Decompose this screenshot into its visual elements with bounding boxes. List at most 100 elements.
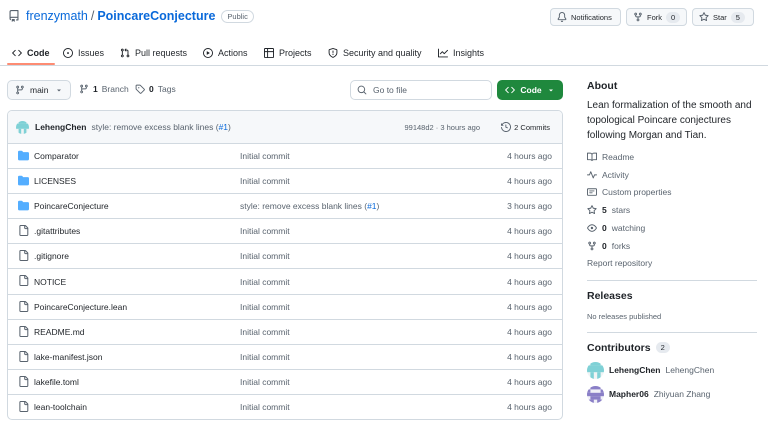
file-name-link[interactable]: PoincareConjecture [34, 201, 109, 211]
file-row[interactable]: Comparator Initial commit 4 hours ago [8, 144, 562, 170]
file-commit-message[interactable]: Initial commit [240, 377, 290, 387]
avatar[interactable] [587, 361, 604, 379]
tags-link[interactable]: 0 Tags [135, 84, 176, 94]
no-releases-text: No releases published [587, 311, 662, 321]
file-row[interactable]: lean-toolchain Initial commit 4 hours ago [8, 395, 562, 419]
file-commit-text: Initial commit [240, 402, 290, 413]
about-sidebar: About Lean formalization of the smooth a… [587, 80, 757, 403]
commit-author[interactable]: LehengChen [35, 122, 86, 132]
visibility-badge: Public [221, 9, 254, 23]
avatar[interactable] [587, 385, 604, 403]
file-row[interactable]: NOTICE Initial commit 4 hours ago [8, 269, 562, 295]
folder-icon [18, 150, 29, 161]
search-input[interactable] [373, 85, 483, 95]
custom-properties-link[interactable]: Custom properties [587, 184, 757, 202]
file-row[interactable]: PoincareConjecture.lean Initial commit 4 h… [8, 295, 562, 320]
file-name-link[interactable]: README.md [34, 327, 85, 337]
contributors-count: 2 [655, 342, 670, 354]
file-row[interactable]: lakefile.toml Initial commit 4 hours ago [8, 370, 562, 395]
file-commit-text: Initial commit [240, 376, 290, 387]
pr-link[interactable]: #1 [219, 122, 228, 132]
tab-projects[interactable]: Projects [264, 40, 312, 66]
pr-link[interactable]: #1 [367, 201, 376, 211]
readme-link[interactable]: Readme [587, 148, 757, 166]
star-button[interactable]: Star 5 [692, 8, 754, 26]
file-commit-message[interactable]: Initial commit [240, 277, 290, 287]
tab-label: Actions [218, 48, 248, 58]
notifications-button[interactable]: Notifications [550, 8, 621, 26]
contributor-item[interactable]: Mapher06 Zhiyuan Zhang [587, 385, 757, 403]
file-name-link[interactable]: Comparator [34, 151, 79, 161]
file-commit-message[interactable]: Initial commit [240, 151, 290, 161]
tab-insights[interactable]: Insights [438, 40, 484, 66]
pulse-icon [587, 170, 597, 180]
folder-icon [18, 175, 29, 186]
file-name-link[interactable]: lakefile.toml [34, 377, 79, 387]
table-icon [264, 48, 274, 58]
tab-pull-requests[interactable]: Pull requests [120, 40, 187, 66]
file-commit-message[interactable]: Initial commit [240, 226, 290, 236]
readme-label: Readme [602, 151, 635, 162]
branches-link[interactable]: 1 Branch [79, 84, 129, 94]
about-heading: About [587, 80, 618, 92]
about-description: Lean formalization of the smooth and top… [587, 100, 752, 141]
file-commit-age: 4 hours ago [507, 151, 552, 162]
stars-link[interactable]: 5 stars [587, 201, 757, 219]
file-name-link[interactable]: lean-toolchain [34, 402, 87, 412]
file-row[interactable]: .gitignore Initial commit 4 hours ago [8, 244, 562, 270]
owner-link[interactable]: frenzymath [26, 9, 88, 23]
tab-label: Issues [78, 48, 105, 58]
repo-header: frenzymath / PoincareConjecture Public N… [0, 0, 768, 34]
file-row[interactable]: lake-manifest.json Initial commit 4 hours … [8, 345, 562, 370]
code-icon [12, 48, 22, 58]
tab-label: Insights [453, 48, 485, 58]
commit-hash[interactable]: 99148d2 [404, 123, 433, 132]
file-name-link[interactable]: lake-manifest.json [34, 352, 103, 362]
file-commit-text: style: remove excess blank lines ( [240, 201, 368, 212]
tab-actions[interactable]: Actions [203, 40, 248, 66]
avatar[interactable] [16, 120, 29, 134]
file-commit-message[interactable]: Initial commit [240, 327, 290, 337]
commits-history-link[interactable]: 2 Commits [501, 122, 550, 132]
branch-icon [79, 84, 89, 94]
contributor-login[interactable]: Mapher06 [609, 389, 649, 399]
file-name-link[interactable]: LICENSES [34, 176, 76, 186]
branch-selector[interactable]: main [7, 80, 71, 100]
file-row[interactable]: PoincareConjecture style: remove excess b… [8, 194, 562, 220]
tab-label: Projects [279, 48, 312, 58]
tab-security[interactable]: Security and quality [328, 40, 422, 66]
file-row[interactable]: .gitattributes Initial commit 4 hours ago [8, 219, 562, 245]
file-name-link[interactable]: NOTICE [34, 277, 66, 287]
bell-icon [557, 12, 567, 22]
file-name-link[interactable]: PoincareConjecture.lean [34, 302, 127, 312]
file-commit-message[interactable]: style: remove excess blank lines (#1) [240, 201, 379, 211]
pull-request-icon [120, 48, 130, 58]
commit-message[interactable]: style: remove excess blank lines (#1) [91, 122, 230, 132]
forks-link[interactable]: 0 forks [587, 237, 757, 255]
file-table: LehengChen style: remove excess blank li… [7, 110, 563, 420]
file-name-link[interactable]: .gitattributes [34, 226, 80, 236]
file-commit-message[interactable]: Initial commit [240, 352, 290, 362]
repo-name-link[interactable]: PoincareConjecture [97, 9, 215, 23]
go-to-file-search[interactable] [350, 80, 492, 100]
contributor-item[interactable]: LehengChen LehengChen [587, 361, 757, 379]
report-repository-link[interactable]: Report repository [587, 255, 757, 272]
contributor-login[interactable]: LehengChen [609, 365, 660, 375]
file-row[interactable]: LICENSES Initial commit 4 hours ago [8, 169, 562, 195]
file-commit-message[interactable]: Initial commit [240, 176, 290, 186]
commits-count-label: 2 Commits [514, 122, 550, 132]
code-button[interactable]: Code [497, 80, 563, 100]
file-commit-text: Initial commit [240, 276, 290, 287]
file-commit-message[interactable]: Initial commit [240, 251, 290, 261]
fork-count: 0 [666, 11, 681, 23]
file-commit-message[interactable]: Initial commit [240, 302, 290, 312]
tab-issues[interactable]: Issues [63, 40, 104, 66]
file-commit-message[interactable]: Initial commit [240, 402, 290, 412]
activity-link[interactable]: Activity [587, 166, 757, 184]
fork-button[interactable]: Fork 0 [626, 8, 687, 26]
file-name-link[interactable]: .gitignore [34, 251, 69, 261]
watching-link[interactable]: 0 watching [587, 219, 757, 237]
file-row[interactable]: README.md Initial commit 4 hours ago [8, 320, 562, 345]
releases-heading[interactable]: Releases [587, 290, 757, 302]
contributors-title[interactable]: Contributors [587, 342, 651, 354]
